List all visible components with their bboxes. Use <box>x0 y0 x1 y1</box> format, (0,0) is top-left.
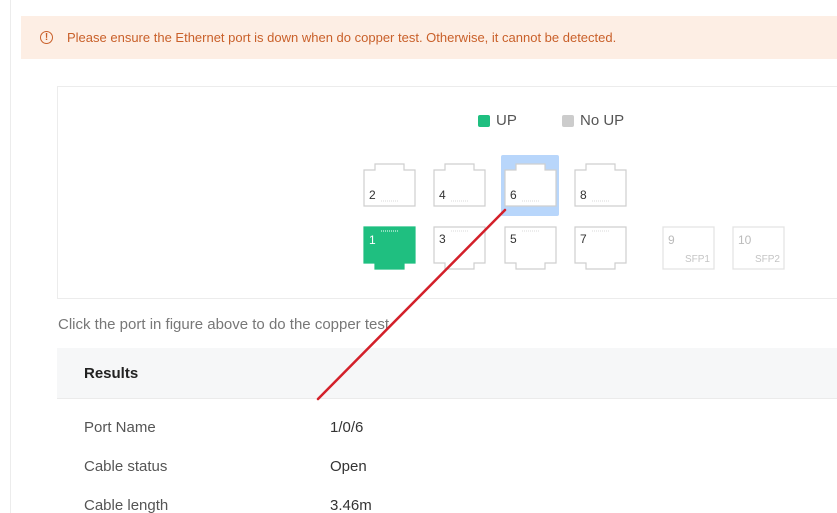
results-title-text: Results <box>84 364 139 382</box>
port-4[interactable]: 4 <box>433 163 486 207</box>
legend-up-label: UP <box>496 112 517 129</box>
sfp-label: SFP1 <box>684 254 710 265</box>
result-row-port-name: Port Name 1/0/6 <box>84 419 363 436</box>
result-value: 1/0/6 <box>330 419 364 436</box>
port-number: 4 <box>439 188 446 202</box>
port-2[interactable]: 2 <box>363 163 416 207</box>
left-border <box>10 0 11 513</box>
port-5[interactable]: 5 <box>504 226 557 270</box>
port-7[interactable]: 7 <box>574 226 627 270</box>
info-circle-icon: ! <box>40 31 53 44</box>
legend-noup: No UP <box>562 112 624 129</box>
port-number: 2 <box>369 188 376 202</box>
result-value: 3.46m <box>330 497 372 513</box>
port-number: 6 <box>510 188 517 202</box>
copper-test-page: ! Please ensure the Ethernet port is dow… <box>0 0 837 513</box>
result-label: Cable status <box>84 458 168 475</box>
port-number: 5 <box>510 232 517 246</box>
instruction-text: Click the port in figure above to do the… <box>58 316 390 333</box>
result-row-cable-status: Cable status Open <box>84 458 367 475</box>
legend-up: UP <box>478 112 517 129</box>
noup-swatch <box>562 114 574 127</box>
alert-text: Please ensure the Ethernet port is down … <box>67 30 617 45</box>
port-10-sfp2: 10 SFP2 <box>732 226 785 270</box>
port-number: 10 <box>738 233 752 247</box>
result-label: Cable length <box>84 497 169 513</box>
up-swatch <box>478 114 490 127</box>
warning-alert: ! Please ensure the Ethernet port is dow… <box>21 16 837 59</box>
port-number: 7 <box>580 232 587 246</box>
port-3[interactable]: 3 <box>433 226 486 270</box>
port-number: 1 <box>369 233 376 247</box>
sfp-label: SFP2 <box>754 254 780 265</box>
legend-noup-label: No UP <box>580 112 625 129</box>
port-6[interactable]: 6 <box>504 163 557 207</box>
result-row-cable-length: Cable length 3.46m <box>84 497 372 513</box>
result-value: Open <box>330 458 367 475</box>
port-9-sfp1: 9 SFP1 <box>662 226 715 270</box>
port-number: 8 <box>580 188 587 202</box>
results-section: Results Port Name 1/0/6 Cable status Ope… <box>57 348 837 513</box>
results-title: Results <box>57 348 837 399</box>
port-8[interactable]: 8 <box>574 163 627 207</box>
result-label: Port Name <box>84 419 156 436</box>
port-number: 9 <box>668 233 675 247</box>
port-number: 3 <box>439 232 446 246</box>
port-1[interactable]: 1 <box>363 226 416 270</box>
